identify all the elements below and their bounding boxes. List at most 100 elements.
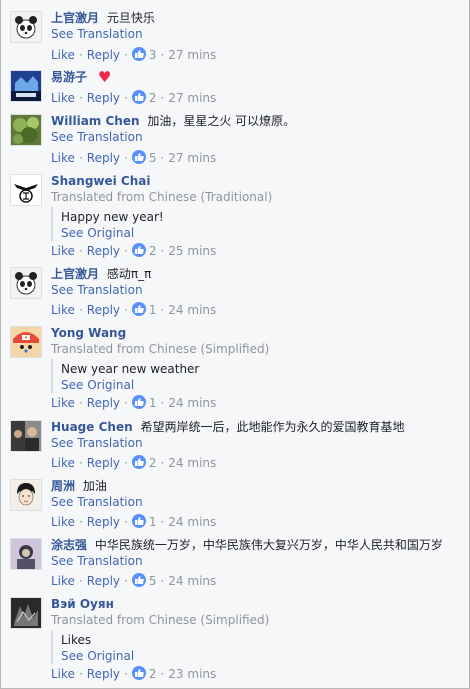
see-translation-link[interactable]: See Translation [51,553,460,569]
comment-timestamp[interactable]: 24 mins [168,303,216,317]
like-link[interactable]: Like [51,48,75,62]
comment-author[interactable]: Вэй Оуян [51,597,114,611]
reply-link[interactable]: Reply [87,574,120,588]
reply-link[interactable]: Reply [87,303,120,317]
avatar[interactable] [10,11,42,43]
comment-thread: 上官激月 元旦快乐 See Translation Like · Reply · 3 · 2… [0,0,470,689]
comment-author[interactable]: 涂志强 [51,538,87,552]
thumbs-up-icon[interactable] [131,150,146,164]
separator-dot: · [160,456,165,470]
comment-timestamp[interactable]: 23 mins [168,667,216,681]
reply-link[interactable]: Reply [87,244,120,258]
see-original-link[interactable]: See Original [61,225,460,241]
like-link[interactable]: Like [51,151,75,165]
like-link[interactable]: Like [51,244,75,258]
like-count[interactable]: 3 [149,48,157,62]
like-link[interactable]: Like [51,91,75,105]
comment-author[interactable]: William Chen [51,114,140,128]
like-count[interactable]: 2 [149,456,157,470]
avatar[interactable] [10,174,42,206]
like-count[interactable]: 1 [149,396,157,410]
separator-dot: · [124,244,128,258]
comment-timestamp[interactable]: 27 mins [168,48,216,62]
like-count[interactable]: 5 [149,151,157,165]
translated-text: New year new weather [61,362,200,376]
like-link[interactable]: Like [51,667,75,681]
reply-link[interactable]: Reply [87,151,120,165]
separator-dot: · [160,244,165,258]
translated-from-label: Translated from Chinese (Simplified) [51,342,270,356]
comment-timestamp[interactable]: 24 mins [168,574,216,588]
comment-timestamp[interactable]: 24 mins [168,515,216,529]
avatar[interactable] [10,420,42,452]
like-count[interactable]: 2 [149,91,157,105]
comment-text: 加油 [82,479,107,493]
like-count[interactable]: 2 [149,667,157,681]
like-count[interactable]: 1 [149,515,157,529]
see-original-link[interactable]: See Original [61,648,460,664]
see-translation-link[interactable]: See Translation [51,282,460,298]
comment-author[interactable]: Huage Chen [51,420,133,434]
avatar[interactable] [10,538,42,570]
translation-quote: Happy new year! See Original [51,207,460,241]
thumbs-up-icon[interactable] [131,47,146,61]
comment-timestamp[interactable]: 25 mins [168,244,216,258]
thumbs-up-icon[interactable] [131,302,146,316]
separator-dot: · [160,667,165,681]
like-link[interactable]: Like [51,396,75,410]
avatar[interactable] [10,70,42,102]
comment-author[interactable]: Yong Wang [51,326,126,340]
like-count[interactable]: 5 [149,574,157,588]
separator-dot: · [78,48,83,62]
see-original-link[interactable]: See Original [61,377,460,393]
comment-actions: Like · Reply · 5 · 27 mins [51,150,216,166]
like-link[interactable]: Like [51,456,75,470]
reply-link[interactable]: Reply [87,515,120,529]
thumbs-up-icon[interactable] [131,243,146,257]
comment-author[interactable]: Shangwei Chai [51,174,151,188]
see-translation-link[interactable]: See Translation [51,26,460,42]
comment-author[interactable]: 上官激月 [51,11,99,25]
comment-author[interactable]: 上官激月 [51,267,99,281]
separator-dot: · [160,303,165,317]
like-link[interactable]: Like [51,303,75,317]
like-link[interactable]: Like [51,515,75,529]
comment-actions: Like · Reply · 3 · 27 mins [51,47,216,63]
avatar[interactable] [10,597,42,629]
comment-timestamp[interactable]: 27 mins [168,91,216,105]
separator-dot: · [160,574,165,588]
like-link[interactable]: Like [51,574,75,588]
separator-dot: · [78,574,83,588]
reply-link[interactable]: Reply [87,91,120,105]
thumbs-up-icon[interactable] [131,395,146,409]
comment-author[interactable]: 易游子 [51,70,87,84]
avatar[interactable] [10,267,42,299]
separator-dot: · [78,667,83,681]
comment-author[interactable]: 周洲 [51,479,75,493]
reply-link[interactable]: Reply [87,456,120,470]
comment-actions: Like · Reply · 1 · 24 mins [51,514,216,530]
avatar[interactable] [10,479,42,511]
reply-link[interactable]: Reply [87,48,120,62]
see-translation-link[interactable]: See Translation [51,494,460,510]
see-translation-link[interactable]: See Translation [51,129,460,145]
avatar[interactable] [10,114,42,146]
thumbs-up-icon[interactable] [131,666,146,680]
separator-dot: · [160,396,165,410]
comment-timestamp[interactable]: 24 mins [168,456,216,470]
like-count[interactable]: 1 [149,303,157,317]
reply-link[interactable]: Reply [87,667,120,681]
comment-actions: Like · Reply · 1 · 24 mins [51,395,216,411]
thumbs-up-icon[interactable] [131,455,146,469]
see-translation-link[interactable]: See Translation [51,435,460,451]
thumbs-up-icon[interactable] [131,573,146,587]
separator-dot: · [160,151,165,165]
avatar[interactable] [10,326,42,358]
reply-link[interactable]: Reply [87,396,120,410]
thumbs-up-icon[interactable] [131,90,146,104]
comment-timestamp[interactable]: 24 mins [168,396,216,410]
thumbs-up-icon[interactable] [131,514,146,528]
comment-timestamp[interactable]: 27 mins [168,151,216,165]
like-count[interactable]: 2 [149,244,157,258]
comment-text: 希望两岸统一后，此地能作为永久的爱国教育基地 [140,420,405,434]
